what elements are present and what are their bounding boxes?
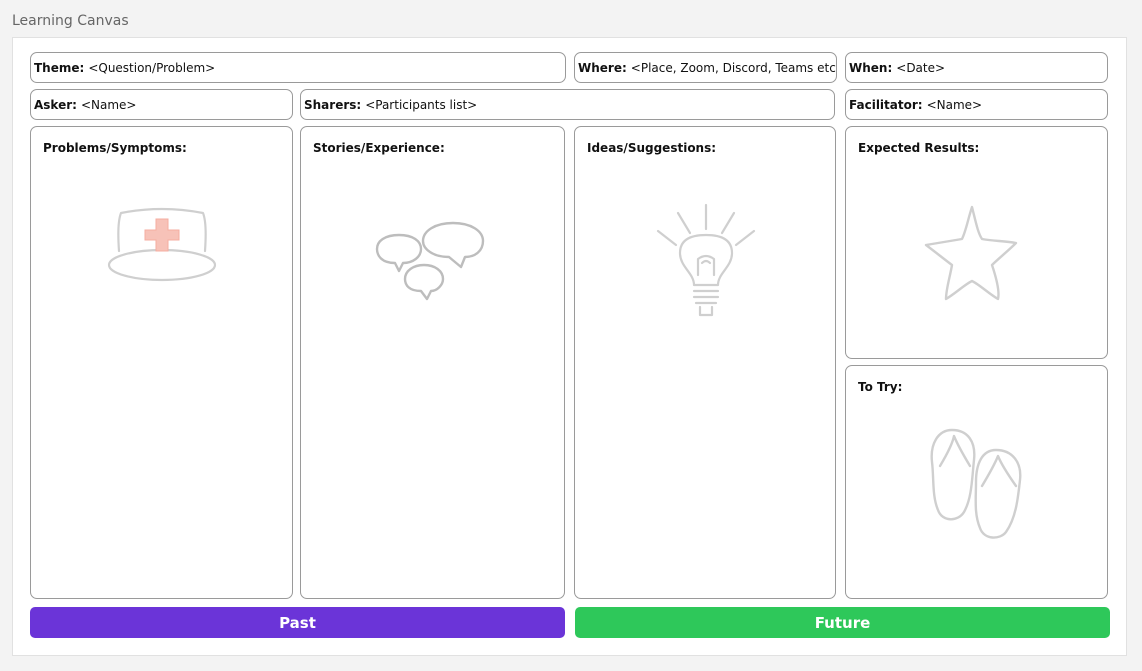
where-label: Where: [578,60,627,75]
ideas-title: Ideas/Suggestions: [587,141,717,155]
facilitator-value: <Name> [926,97,983,112]
asker-label: Asker: [34,97,77,112]
where-field[interactable]: Where: <Place, Zoom, Discord, Teams etc> [574,52,837,83]
past-bar[interactable]: Past [30,607,565,638]
to-try-panel[interactable]: To Try: [845,365,1108,599]
stories-title: Stories/Experience: [313,141,445,155]
when-field[interactable]: When: <Date> [845,52,1108,83]
theme-value: <Question/Problem> [88,60,216,75]
speech-bubbles-icon [375,221,485,301]
facilitator-label: Facilitator: [849,97,923,112]
stories-panel[interactable]: Stories/Experience: [300,126,565,599]
facilitator-field[interactable]: Facilitator: <Name> [845,89,1108,120]
ideas-panel[interactable]: Ideas/Suggestions: [574,126,836,599]
theme-label: Theme: [34,60,85,75]
sharers-label: Sharers: [304,97,362,112]
expected-results-title: Expected Results: [858,141,980,155]
expected-results-panel[interactable]: Expected Results: [845,126,1108,359]
flip-flops-icon [930,428,1022,539]
theme-field[interactable]: Theme: <Question/Problem> [30,52,566,83]
nurse-cap-icon [107,207,217,282]
to-try-title: To Try: [858,380,903,394]
problems-panel[interactable]: Problems/Symptoms: [30,126,293,599]
star-icon [924,205,1018,301]
when-label: When: [849,60,893,75]
problems-title: Problems/Symptoms: [43,141,187,155]
canvas-board: Theme: <Question/Problem> Where: <Place,… [12,37,1127,656]
when-value: <Date> [896,60,946,75]
sharers-field[interactable]: Sharers: <Participants list> [300,89,835,120]
asker-value: <Name> [80,97,137,112]
app-title: Learning Canvas [12,13,129,29]
lightbulb-icon [656,203,756,317]
where-value: <Place, Zoom, Discord, Teams etc> [630,60,837,75]
sharers-value: <Participants list> [365,97,478,112]
future-bar[interactable]: Future [575,607,1110,638]
asker-field[interactable]: Asker: <Name> [30,89,293,120]
